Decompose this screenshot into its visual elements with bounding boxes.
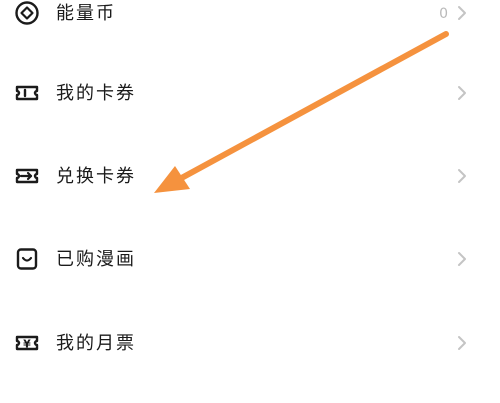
chevron-right-icon (456, 167, 468, 185)
menu-item-label: 我的卡券 (56, 83, 136, 104)
menu-item-energy-coins[interactable]: 能量币 0 (0, 0, 500, 42)
menu-item-label: 兑换卡券 (56, 166, 136, 187)
menu-item-monthly-tickets[interactable]: ¥ 我的月票 (0, 316, 500, 372)
menu-item-label: 能量币 (56, 3, 116, 24)
chevron-right-icon (456, 4, 468, 22)
menu-list: 能量币 0 我的卡券 兑换卡券 已购漫画 ¥ 我的月票 (0, 0, 500, 403)
monthly-ticket-icon: ¥ (14, 330, 40, 356)
chevron-right-icon (456, 334, 468, 352)
energy-coin-icon (14, 0, 40, 26)
svg-text:¥: ¥ (23, 338, 31, 351)
menu-item-purchased-comics[interactable]: 已购漫画 (0, 232, 500, 288)
chevron-right-icon (456, 250, 468, 268)
energy-coin-balance: 0 (439, 6, 448, 22)
ticket-icon (14, 80, 40, 106)
exchange-ticket-icon (14, 163, 40, 189)
purchased-comics-icon (14, 246, 40, 272)
menu-item-redeem-coupons[interactable]: 兑换卡券 (0, 149, 500, 205)
menu-item-label: 已购漫画 (56, 249, 136, 270)
account-menu-screen: 能量币 0 我的卡券 兑换卡券 已购漫画 ¥ 我的月票 (0, 0, 500, 403)
menu-item-label: 我的月票 (56, 333, 136, 354)
chevron-right-icon (456, 84, 468, 102)
menu-item-my-coupons[interactable]: 我的卡券 (0, 66, 500, 122)
